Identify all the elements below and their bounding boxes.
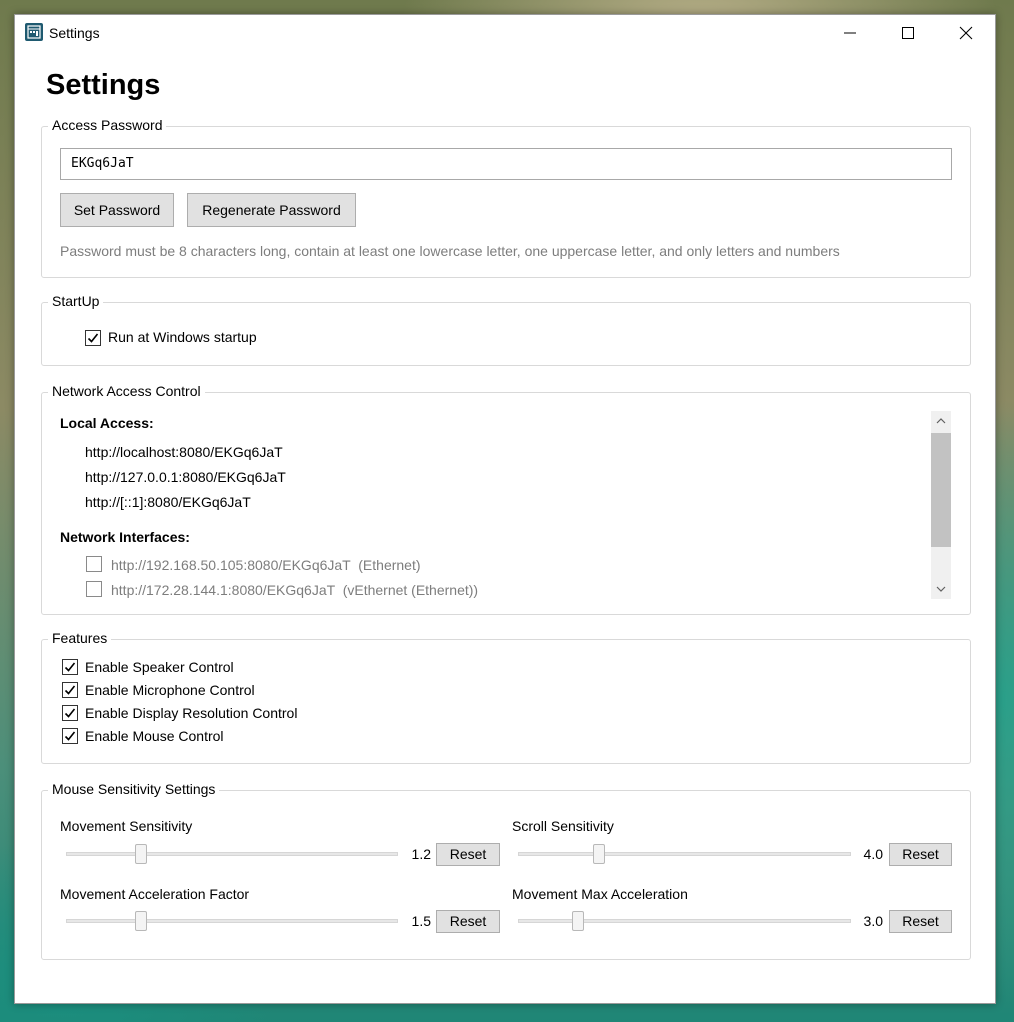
scroll-thumb[interactable] [931, 433, 951, 547]
movement-max-acceleration-thumb[interactable] [572, 911, 584, 931]
speaker-control-label: Enable Speaker Control [85, 659, 234, 675]
checkmark-icon [64, 708, 76, 718]
mouse-sensitivity-group: Mouse Sensitivity Settings Movement Sens… [41, 781, 971, 960]
mouse-control-label: Enable Mouse Control [85, 728, 224, 744]
mouse-sensitivity-legend: Mouse Sensitivity Settings [48, 781, 220, 797]
local-url-item: http://127.0.0.1:8080/EKGq6JaT [85, 469, 286, 485]
movement-acceleration-factor-thumb[interactable] [135, 911, 147, 931]
features-group: Features Enable Speaker Control Enable M… [41, 630, 971, 764]
microphone-control-label: Enable Microphone Control [85, 682, 255, 698]
maximize-button[interactable] [879, 15, 937, 51]
scroll-up-button[interactable] [931, 411, 951, 431]
movement-sensitivity-value: 1.2 [411, 846, 431, 862]
movement-acceleration-factor-value: 1.5 [411, 913, 431, 929]
checkmark-icon [64, 731, 76, 741]
checkmark-icon [64, 662, 76, 672]
movement-sensitivity-slider[interactable] [66, 852, 398, 856]
display-resolution-control-label: Enable Display Resolution Control [85, 705, 298, 721]
network-access-legend: Network Access Control [48, 383, 205, 399]
checkmark-icon [87, 333, 99, 343]
local-url-item: http://[::1]:8080/EKGq6JaT [85, 494, 251, 510]
run-at-startup-checkbox[interactable] [85, 330, 101, 346]
startup-group: StartUp Run at Windows startup [41, 293, 971, 366]
access-password-legend: Access Password [48, 117, 167, 133]
close-button[interactable] [937, 15, 995, 51]
app-icon [25, 23, 43, 41]
minimize-icon [844, 32, 856, 34]
scroll-sensitivity-value: 4.0 [863, 846, 883, 862]
display-resolution-control-checkbox[interactable] [62, 705, 78, 721]
network-access-group: Network Access Control Local Access: htt… [41, 383, 971, 615]
movement-acceleration-factor-slider[interactable] [66, 919, 398, 923]
reset-movement-max-acceleration-button[interactable]: Reset [889, 910, 952, 933]
settings-window: Settings Settings Access Password EKGq6J… [14, 14, 996, 1004]
close-icon [959, 26, 973, 40]
window-title: Settings [49, 25, 100, 41]
local-access-heading: Local Access: [60, 415, 154, 431]
movement-acceleration-factor-label: Movement Acceleration Factor [60, 886, 250, 902]
local-url-item: http://localhost:8080/EKGq6JaT [85, 444, 283, 460]
password-hint: Password must be 8 characters long, cont… [60, 243, 840, 259]
features-legend: Features [48, 630, 112, 646]
reset-movement-sensitivity-button[interactable]: Reset [436, 843, 500, 866]
scroll-down-button[interactable] [931, 579, 951, 599]
minimize-button[interactable] [821, 15, 879, 51]
reset-movement-acceleration-factor-button[interactable]: Reset [436, 910, 500, 933]
movement-max-acceleration-slider[interactable] [518, 919, 851, 923]
network-interfaces-heading: Network Interfaces: [60, 529, 190, 545]
interface-checkbox-ethernet[interactable] [86, 556, 102, 572]
title-bar[interactable]: Settings [15, 15, 995, 51]
microphone-control-checkbox[interactable] [62, 682, 78, 698]
movement-max-acceleration-label: Movement Max Acceleration [512, 886, 688, 902]
movement-sensitivity-label: Movement Sensitivity [60, 818, 193, 834]
interface-label: http://192.168.50.105:8080/EKGq6JaT (Eth… [111, 557, 421, 573]
regenerate-password-button[interactable]: Regenerate Password [187, 193, 356, 227]
chevron-down-icon [936, 586, 946, 592]
run-at-startup-label: Run at Windows startup [108, 329, 257, 345]
interface-checkbox-vethernet[interactable] [86, 581, 102, 597]
access-password-group: Access Password EKGq6JaT Set Password Re… [41, 117, 971, 278]
page-title: Settings [46, 69, 161, 101]
scroll-sensitivity-label: Scroll Sensitivity [512, 818, 614, 834]
movement-max-acceleration-value: 3.0 [863, 913, 883, 929]
interface-label: http://172.28.144.1:8080/EKGq6JaT (vEthe… [111, 582, 479, 598]
scroll-sensitivity-slider[interactable] [518, 852, 851, 856]
mouse-control-checkbox[interactable] [62, 728, 78, 744]
scroll-sensitivity-thumb[interactable] [593, 844, 605, 864]
set-password-button[interactable]: Set Password [60, 193, 174, 227]
reset-scroll-sensitivity-button[interactable]: Reset [889, 843, 952, 866]
checkmark-icon [64, 685, 76, 695]
chevron-up-icon [936, 418, 946, 424]
maximize-icon [902, 27, 914, 39]
movement-sensitivity-thumb[interactable] [135, 844, 147, 864]
speaker-control-checkbox[interactable] [62, 659, 78, 675]
network-scrollbar[interactable] [931, 411, 951, 599]
password-input[interactable]: EKGq6JaT [60, 148, 952, 180]
startup-legend: StartUp [48, 293, 104, 309]
